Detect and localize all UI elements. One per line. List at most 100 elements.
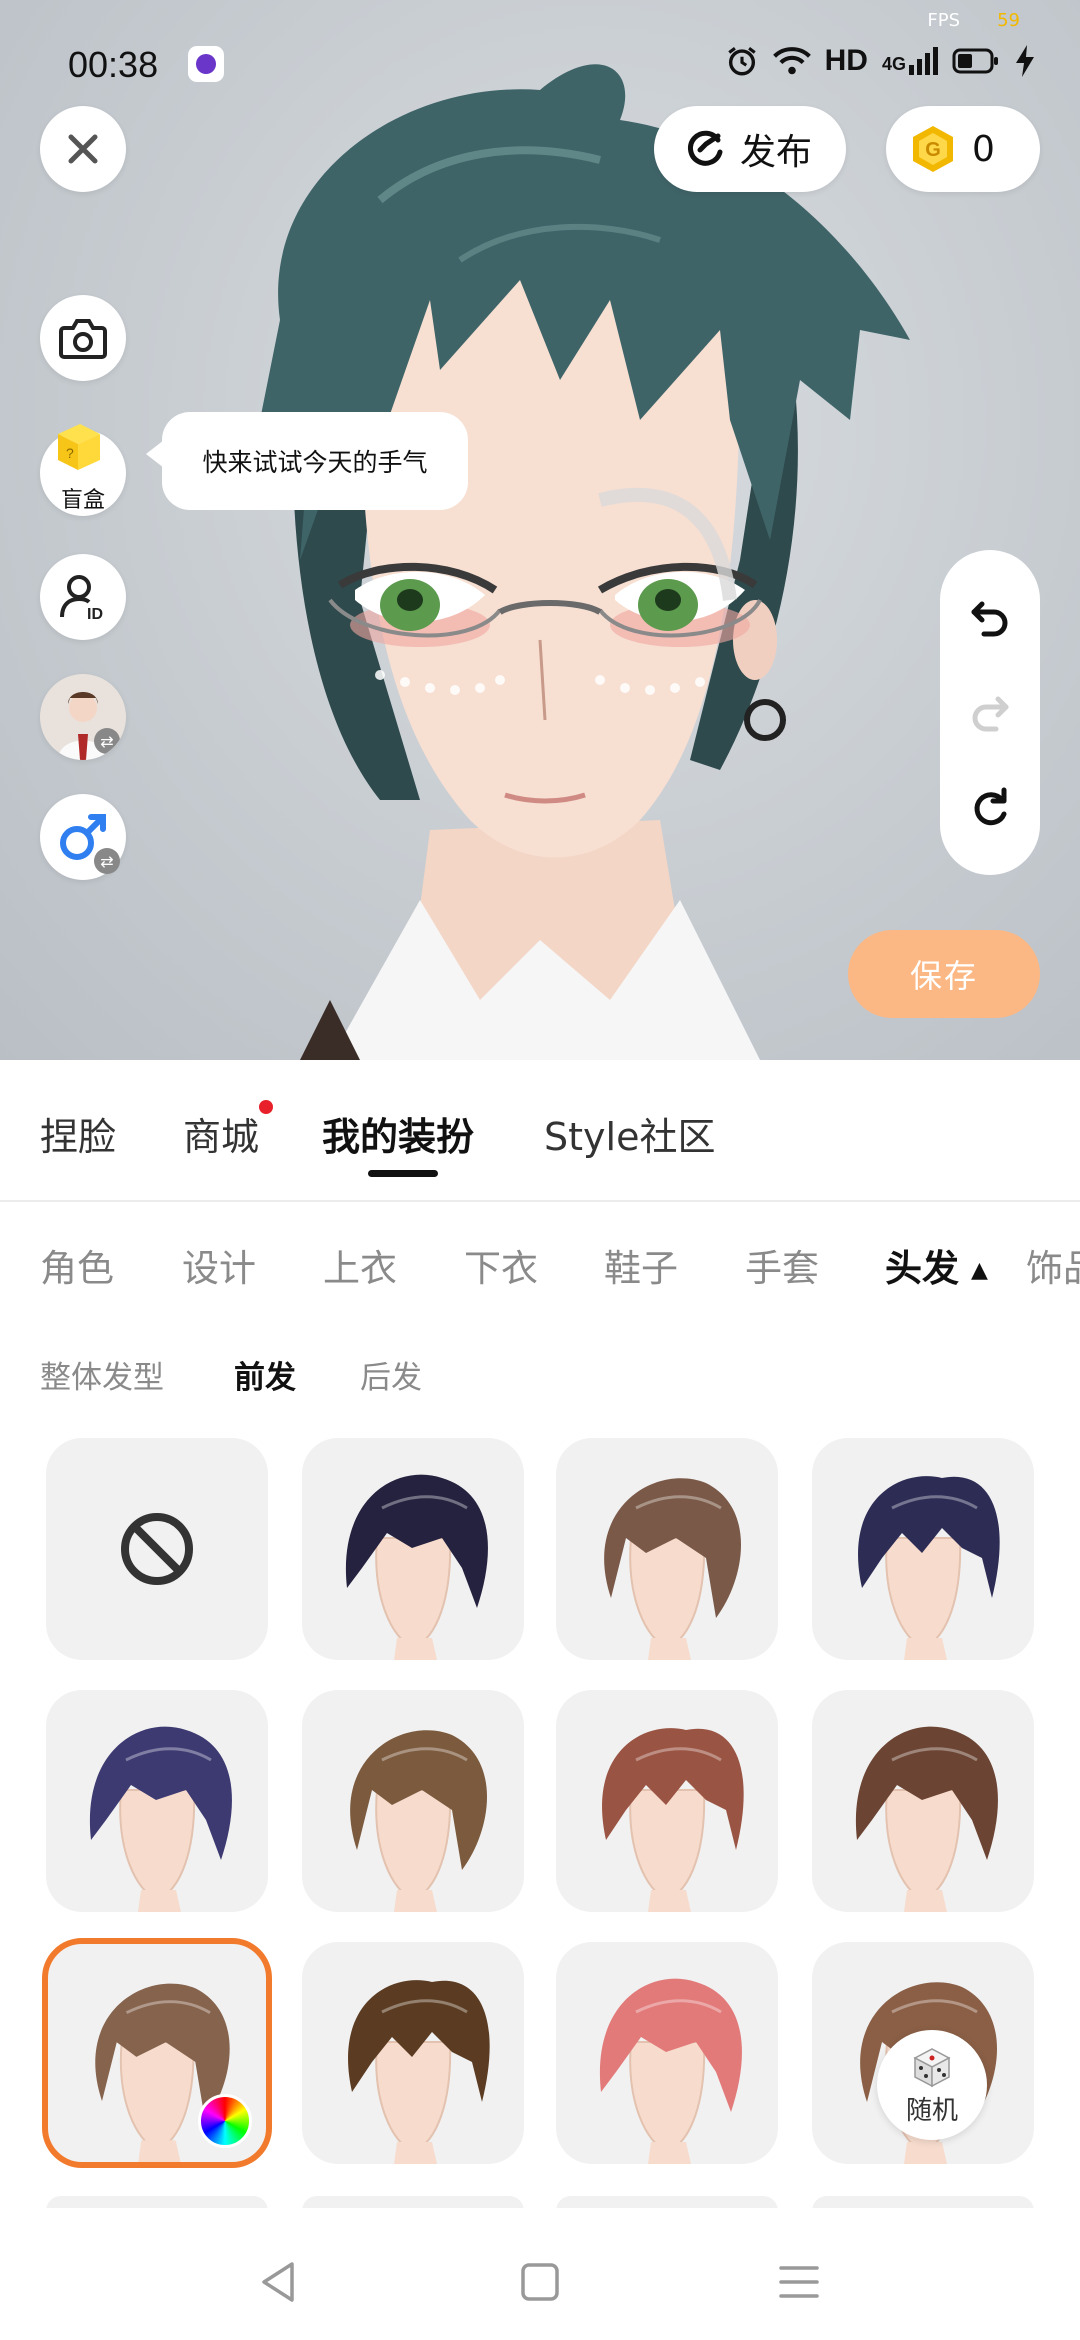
tab-my-outfit[interactable]: 我的装扮 bbox=[322, 1106, 474, 1161]
signal-icon: 4G bbox=[882, 47, 938, 75]
blind-box-tip-text: 快来试试今天的手气 bbox=[202, 448, 428, 477]
network-type-label: HD bbox=[824, 44, 868, 77]
category-bar: 角色 设计 上衣 下衣 鞋子 手套 头发 ▲ 饰品 bbox=[0, 1202, 1080, 1332]
color-palette-icon[interactable] bbox=[198, 2094, 252, 2148]
close-button[interactable] bbox=[40, 106, 126, 192]
tab-label: 我的装扮 bbox=[322, 1115, 475, 1159]
publish-icon bbox=[687, 130, 723, 166]
undo-icon[interactable] bbox=[968, 596, 1012, 640]
system-nav-bar bbox=[0, 2208, 1080, 2340]
category-design[interactable]: 设计 bbox=[182, 1238, 256, 1292]
save-label: 保存 bbox=[909, 957, 978, 995]
sub-category-front-hair[interactable]: 前发 bbox=[234, 1352, 296, 1397]
camera-button[interactable] bbox=[40, 295, 126, 381]
category-gloves[interactable]: 手套 bbox=[745, 1238, 819, 1292]
save-button[interactable]: 保存 bbox=[848, 930, 1040, 1018]
tab-face[interactable]: 捏脸 bbox=[40, 1106, 116, 1161]
reset-icon[interactable] bbox=[968, 786, 1012, 830]
user-id-icon: ID bbox=[60, 575, 103, 623]
close-icon bbox=[68, 134, 98, 164]
status-icons: HD 4G bbox=[725, 44, 1036, 78]
switch-avatar-button[interactable]: ⇄ bbox=[40, 674, 126, 760]
random-button[interactable]: 随机 bbox=[877, 2030, 987, 2140]
hair-item-none[interactable] bbox=[46, 1438, 268, 1660]
blind-box-tooltip: 快来试试今天的手气 bbox=[146, 412, 468, 510]
avatar-stage[interactable]: 00:38 HD 4G FPS 59 发布 G 0 ? 盲盒 快来试试今天的手气… bbox=[0, 0, 1080, 1060]
hair-item[interactable] bbox=[812, 1690, 1034, 1912]
hair-item[interactable] bbox=[556, 1690, 778, 1912]
tab-label: 商城 bbox=[183, 1115, 260, 1159]
active-tab-indicator bbox=[368, 1170, 438, 1177]
publish-label: 发布 bbox=[740, 132, 813, 173]
sub-category-label: 前发 bbox=[234, 1360, 296, 1396]
hair-thumbnail bbox=[345, 1474, 488, 1660]
signal-type-label: 4G bbox=[881, 54, 906, 74]
category-bottom[interactable]: 下衣 bbox=[464, 1238, 538, 1292]
category-label: 头发 bbox=[885, 1247, 959, 1290]
back-icon[interactable] bbox=[258, 2260, 302, 2304]
home-icon[interactable] bbox=[520, 2262, 560, 2302]
category-top[interactable]: 上衣 bbox=[323, 1238, 397, 1292]
hair-thumbnail bbox=[858, 1476, 1000, 1660]
category-shoes[interactable]: 鞋子 bbox=[604, 1238, 678, 1292]
category-label: 下衣 bbox=[464, 1247, 538, 1290]
hair-item[interactable] bbox=[42, 1938, 272, 2168]
wifi-icon bbox=[772, 47, 811, 75]
category-label: 鞋子 bbox=[604, 1247, 678, 1290]
category-label: 设计 bbox=[182, 1247, 256, 1290]
sub-category-bar: 整体发型 前发 后发 bbox=[0, 1352, 1080, 1402]
hair-thumbnail bbox=[599, 1978, 742, 2164]
hair-item[interactable] bbox=[302, 1942, 524, 2164]
coin-balance-button[interactable]: G 0 bbox=[886, 106, 1040, 192]
sub-category-full-hairstyle[interactable]: 整体发型 bbox=[40, 1352, 164, 1397]
category-label: 饰品 bbox=[1026, 1247, 1080, 1290]
battery-icon bbox=[952, 48, 998, 74]
sub-category-back-hair[interactable]: 后发 bbox=[360, 1352, 422, 1397]
category-hair[interactable]: 头发 ▲ bbox=[885, 1238, 988, 1292]
swap-icon: ⇄ bbox=[94, 728, 120, 754]
tab-label: Style社区 bbox=[544, 1115, 716, 1159]
fps-value: 59 bbox=[997, 10, 1020, 31]
notification-dot bbox=[259, 1100, 274, 1114]
camera-icon bbox=[59, 319, 107, 359]
app-notification-icon bbox=[188, 46, 224, 82]
hair-thumbnail bbox=[348, 1980, 490, 2164]
category-accessories[interactable]: 饰品 bbox=[1026, 1238, 1080, 1292]
svg-text:?: ? bbox=[66, 445, 74, 461]
history-toolbar bbox=[940, 550, 1040, 875]
hair-item[interactable] bbox=[556, 1438, 778, 1660]
category-role[interactable]: 角色 bbox=[40, 1238, 114, 1292]
svg-text:ID: ID bbox=[87, 606, 103, 623]
hair-item[interactable] bbox=[302, 1690, 524, 1912]
swap-icon: ⇄ bbox=[94, 848, 120, 874]
coin-count: 0 bbox=[972, 128, 995, 170]
category-label: 手套 bbox=[745, 1247, 819, 1290]
charging-icon bbox=[1016, 45, 1034, 77]
hair-item[interactable] bbox=[46, 1690, 268, 1912]
tab-style-community[interactable]: Style社区 bbox=[544, 1106, 715, 1161]
recents-icon[interactable] bbox=[778, 2262, 820, 2302]
hair-item[interactable] bbox=[812, 1438, 1034, 1660]
alarm-icon bbox=[727, 47, 756, 76]
hair-item[interactable] bbox=[302, 1438, 524, 1660]
publish-button[interactable]: 发布 bbox=[654, 106, 846, 192]
hair-thumbnail bbox=[602, 1728, 744, 1912]
category-label: 角色 bbox=[40, 1247, 114, 1290]
category-label: 上衣 bbox=[323, 1247, 397, 1290]
coin-icon: G bbox=[913, 126, 953, 172]
avatar-id-button[interactable]: ID bbox=[40, 554, 126, 640]
sub-category-label: 后发 bbox=[360, 1360, 422, 1396]
random-label: 随机 bbox=[905, 2095, 958, 2126]
sub-category-label: 整体发型 bbox=[40, 1360, 164, 1396]
hair-item[interactable] bbox=[556, 1942, 778, 2164]
gender-switch-button[interactable]: ⇄ bbox=[40, 794, 126, 880]
none-icon bbox=[121, 1513, 193, 1585]
tab-label: 捏脸 bbox=[40, 1115, 117, 1159]
hair-thumbnail bbox=[89, 1726, 232, 1912]
svg-text:G: G bbox=[925, 139, 941, 161]
blind-box-button[interactable]: ? 盲盒 bbox=[40, 424, 126, 516]
hair-thumbnail bbox=[604, 1478, 741, 1660]
redo-icon[interactable] bbox=[968, 691, 1012, 735]
tab-shop[interactable]: 商城 bbox=[183, 1100, 274, 1161]
main-tab-bar: 捏脸 商城 我的装扮 Style社区 bbox=[0, 1060, 1080, 1202]
